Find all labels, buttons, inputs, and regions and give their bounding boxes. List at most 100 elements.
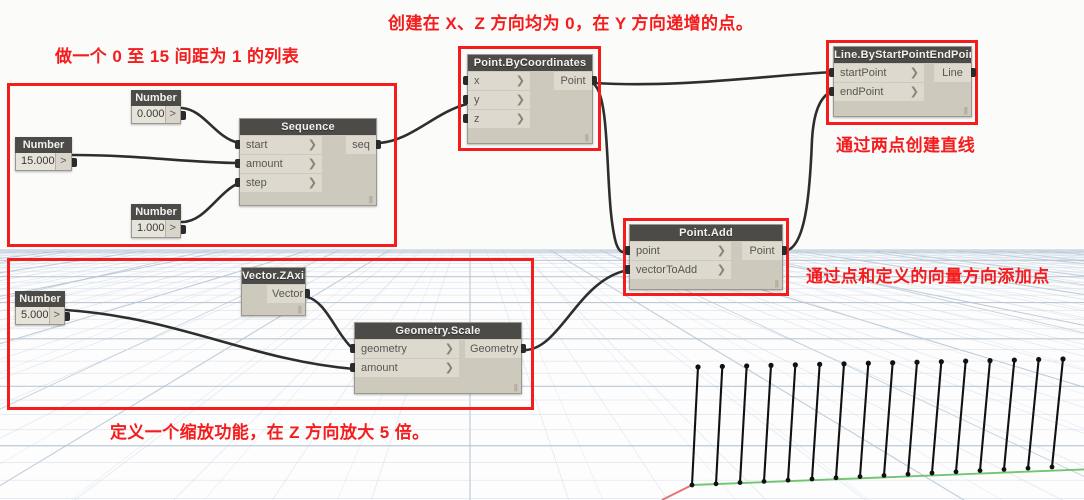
chevron-right-icon: ❯ xyxy=(515,113,525,125)
chevron-right-icon: ❯ xyxy=(307,158,317,170)
chevron-right-icon: ❯ xyxy=(307,177,317,189)
resize-grip-icon[interactable]: ||| xyxy=(298,305,302,314)
node-number-step[interactable]: Number 1.000 > xyxy=(131,204,186,238)
node-vector-zaxis[interactable]: Vector.ZAxis Vector ||| xyxy=(241,267,310,316)
output-port-vector-zaxis-vector[interactable]: Vector xyxy=(267,285,305,303)
input-port-point-add-point[interactable]: point ❯ xyxy=(630,242,731,260)
input-port-label: z xyxy=(474,113,480,125)
resize-grip-icon[interactable]: ||| xyxy=(585,133,589,142)
node-title-sequence: Sequence xyxy=(240,119,376,135)
number-value-input[interactable]: 15.000 xyxy=(16,153,55,170)
input-port-label: endPoint xyxy=(840,86,884,98)
chevron-right-icon: ❯ xyxy=(307,139,317,151)
node-body-number-scale: 5.000 > xyxy=(15,307,65,325)
number-value-input[interactable]: 0.000 xyxy=(132,106,165,123)
node-number-amount[interactable]: Number 15.000 > xyxy=(15,137,77,171)
input-port-sequence-amount[interactable]: amount ❯ xyxy=(240,155,322,173)
resize-grip-icon[interactable]: ||| xyxy=(775,279,779,288)
number-value-input[interactable]: 1.000 xyxy=(132,220,165,237)
node-title-line-bystartpointendpoint: Line.ByStartPointEndPoint xyxy=(834,47,971,63)
resize-grip-icon[interactable]: ||| xyxy=(964,106,968,115)
annotation-a2: 创建在 X、Z 方向均为 0，在 Y 方向递增的点。 xyxy=(388,14,754,33)
node-body-sequence: start ❯ amount ❯ step ❯ seq ||| xyxy=(235,135,381,205)
port-connector-dot[interactable] xyxy=(181,111,186,120)
annotation-a1: 做一个 0 至 15 间距为 1 的列表 xyxy=(55,47,300,66)
output-port-sequence-seq[interactable]: seq xyxy=(346,136,376,154)
node-body-number-amount: 15.000 > xyxy=(15,153,72,171)
port-connector-dot[interactable] xyxy=(235,178,240,187)
input-port-label: geometry xyxy=(361,343,407,355)
output-port-point-add-point[interactable]: Point xyxy=(742,242,782,260)
input-port-label: amount xyxy=(246,158,283,170)
input-port-sequence-step[interactable]: step ❯ xyxy=(240,174,322,192)
input-port-point-add-vectortoadd[interactable]: vectorToAdd ❯ xyxy=(630,261,731,279)
port-connector-dot[interactable] xyxy=(376,140,381,149)
output-port-geometry-scale-geometry[interactable]: Geometry xyxy=(465,340,521,358)
number-output-port[interactable]: > xyxy=(54,153,71,170)
chevron-right-icon: ❯ xyxy=(716,245,726,257)
node-line-bystartpointendpoint[interactable]: Line.ByStartPointEndPoint startPoint ❯ endP… xyxy=(829,46,976,117)
chevron-right-icon: ❯ xyxy=(515,75,525,87)
annotation-a4: 通过点和定义的向量方向添加点 xyxy=(806,267,1050,286)
port-connector-dot[interactable] xyxy=(305,289,310,298)
port-connector-dot[interactable] xyxy=(350,344,355,353)
input-port-point-bycoordinates-y[interactable]: y ❯ xyxy=(468,91,530,109)
chevron-right-icon: ❯ xyxy=(515,94,525,106)
port-connector-dot[interactable] xyxy=(829,68,834,77)
resize-grip-icon[interactable]: ||| xyxy=(514,383,518,392)
node-number-scale[interactable]: Number 5.000 > xyxy=(15,291,70,325)
input-port-point-bycoordinates-z[interactable]: z ❯ xyxy=(468,110,530,128)
port-connector-dot[interactable] xyxy=(350,363,355,372)
number-output-port[interactable]: > xyxy=(164,220,180,237)
port-connector-dot[interactable] xyxy=(521,344,526,353)
number-output-port[interactable]: > xyxy=(164,106,180,123)
annotation-a5: 定义一个缩放功能，在 Z 方向放大 5 倍。 xyxy=(110,423,430,442)
node-body-point-bycoordinates: x ❯ y ❯ z ❯ Point ||| xyxy=(463,71,597,143)
node-title-geometry-scale: Geometry.Scale xyxy=(355,323,521,339)
input-port-line-bystartpointendpoint-startpoint[interactable]: startPoint ❯ xyxy=(834,64,924,82)
node-title-number-start: Number xyxy=(131,90,181,106)
output-port-line-bystartpointendpoint-line[interactable]: Line xyxy=(934,64,971,82)
chevron-right-icon: ❯ xyxy=(909,67,919,79)
node-sequence[interactable]: Sequence start ❯ amount ❯ step ❯ seq ||| xyxy=(235,118,381,206)
port-connector-dot[interactable] xyxy=(463,76,468,85)
chevron-right-icon: ❯ xyxy=(444,362,454,374)
port-connector-dot[interactable] xyxy=(829,87,834,96)
port-connector-dot[interactable] xyxy=(463,95,468,104)
input-port-label: x xyxy=(474,75,480,87)
input-port-geometry-scale-geometry[interactable]: geometry ❯ xyxy=(355,340,459,358)
input-port-line-bystartpointendpoint-endpoint[interactable]: endPoint ❯ xyxy=(834,83,924,101)
node-title-number-step: Number xyxy=(131,204,181,220)
port-connector-dot[interactable] xyxy=(971,68,976,77)
number-output-port[interactable]: > xyxy=(48,307,64,324)
node-point-bycoordinates[interactable]: Point.ByCoordinates x ❯ y ❯ z ❯ Point ||| xyxy=(463,54,597,144)
input-port-label: amount xyxy=(361,362,398,374)
number-value-input[interactable]: 5.000 xyxy=(16,307,49,324)
dynamo-workspace: Sequence start ❯ amount ❯ step ❯ seq ||| Point.By… xyxy=(0,0,1084,500)
chevron-right-icon: ❯ xyxy=(716,264,726,276)
node-body-geometry-scale: geometry ❯ amount ❯ Geometry ||| xyxy=(350,339,526,393)
node-geometry-scale[interactable]: Geometry.Scale geometry ❯ amount ❯ Geometry ||… xyxy=(350,322,526,394)
port-connector-dot[interactable] xyxy=(235,140,240,149)
port-connector-dot[interactable] xyxy=(592,76,597,85)
input-port-label: startPoint xyxy=(840,67,887,79)
node-body-number-step: 1.000 > xyxy=(131,220,181,238)
node-point-add[interactable]: Point.Add point ❯ vectorToAdd ❯ Point ||| xyxy=(625,224,787,290)
input-port-sequence-start[interactable]: start ❯ xyxy=(240,136,322,154)
port-connector-dot[interactable] xyxy=(72,158,77,167)
resize-grip-icon[interactable]: ||| xyxy=(369,195,373,204)
port-connector-dot[interactable] xyxy=(782,246,787,255)
input-port-geometry-scale-amount[interactable]: amount ❯ xyxy=(355,359,459,377)
node-title-number-amount: Number xyxy=(15,137,72,153)
output-port-point-bycoordinates-point[interactable]: Point xyxy=(554,72,592,90)
port-connector-dot[interactable] xyxy=(235,159,240,168)
port-connector-dot[interactable] xyxy=(65,312,70,321)
node-number-start[interactable]: Number 0.000 > xyxy=(131,90,186,124)
port-connector-dot[interactable] xyxy=(625,265,630,274)
port-connector-dot[interactable] xyxy=(181,225,186,234)
port-connector-dot[interactable] xyxy=(625,246,630,255)
input-port-label: vectorToAdd xyxy=(636,264,698,276)
input-port-point-bycoordinates-x[interactable]: x ❯ xyxy=(468,72,530,90)
node-title-point-add: Point.Add xyxy=(630,225,782,241)
port-connector-dot[interactable] xyxy=(463,114,468,123)
